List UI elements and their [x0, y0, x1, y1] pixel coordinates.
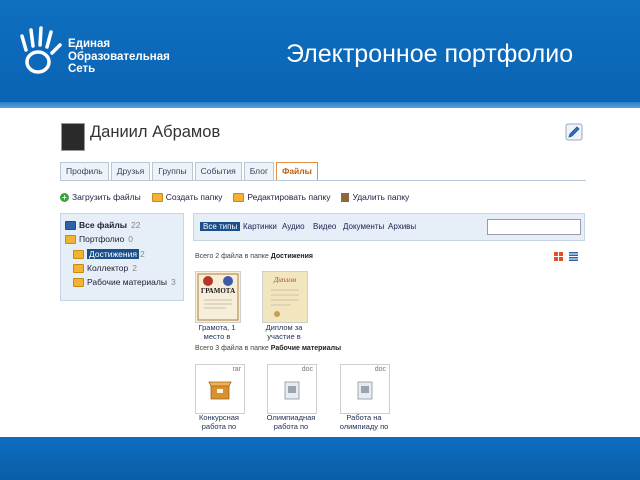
folder-icon [151, 192, 163, 202]
edit-folder-button[interactable]: Редактировать папку [233, 192, 330, 202]
plus-icon: + [60, 192, 69, 202]
sidebar-item-achievements[interactable]: Достижения 2 [73, 249, 145, 259]
tab-profile[interactable]: Профиль [60, 162, 109, 181]
sidebar-item-label: Портфолио [79, 234, 125, 244]
diploma-image: Диплом [263, 272, 307, 322]
file-thumbnail-archive[interactable]: rar [195, 364, 245, 414]
file-type-filter-bar: Все типы Картинки Аудио Видео Документы … [193, 213, 585, 241]
action-label: Удалить папку [352, 192, 410, 202]
caption-prefix: Всего 3 файла в папке [195, 345, 269, 352]
file-ext: doc [374, 366, 386, 373]
label-line: Работа на [346, 413, 382, 422]
action-label: Загрузить файлы [72, 192, 141, 202]
label-line: олимпиаду по [339, 422, 389, 431]
tab-groups[interactable]: Группы [152, 162, 193, 181]
label-line: работа по [273, 422, 309, 431]
all-files-icon [65, 220, 76, 230]
filter-archives[interactable]: Архивы [388, 222, 416, 231]
label-line: Грамота, 1 [198, 323, 236, 332]
folder-icon [73, 263, 84, 273]
sidebar-item-label: Рабочие материалы [87, 277, 167, 287]
sidebar-item-count: 0 [128, 234, 133, 244]
file-thumbnail-doc[interactable]: doc [267, 364, 317, 414]
file-label[interactable]: Диплом за участие в [256, 323, 312, 341]
file-label[interactable]: Олимпиадная работа по [263, 413, 319, 431]
file-thumbnail-certificate[interactable]: ГРАМОТА [195, 271, 241, 323]
folder-icon [65, 234, 76, 244]
file-actions-toolbar: + Загрузить файлы Создать папку Редактир… [60, 192, 420, 202]
upload-files-button[interactable]: + Загрузить файлы [60, 192, 141, 202]
sidebar-item-count: 2 [132, 263, 137, 273]
list-view-icon[interactable] [569, 252, 578, 261]
portfolio-window: Даниил Абрамов Профиль Друзья Группы Соб… [55, 118, 595, 436]
footer-bar [0, 437, 640, 480]
avatar[interactable] [61, 123, 85, 151]
action-label: Создать папку [165, 192, 223, 202]
certificate-image: ГРАМОТА [196, 272, 240, 322]
banner-divider [0, 102, 640, 108]
tab-events[interactable]: События [194, 162, 242, 181]
folder-icon [73, 277, 84, 287]
grid-view-icon[interactable] [554, 252, 563, 261]
delete-icon [341, 192, 350, 202]
logo-text: Единая Образовательная Сеть [68, 38, 170, 76]
sidebar-item-count: 22 [131, 220, 141, 230]
edit-pencil-icon[interactable] [565, 123, 583, 141]
caption-folder: Рабочие материалы [270, 345, 342, 352]
sidebar-item-collector[interactable]: Коллектор 2 [73, 263, 137, 273]
logo-line: Образовательная [68, 50, 170, 63]
profile-name[interactable]: Даниил Абрамов [90, 123, 220, 142]
logo-hand-icon [20, 26, 62, 74]
label-line: место в [203, 332, 231, 341]
filter-documents[interactable]: Документы [343, 222, 384, 231]
header-banner: Единая Образовательная Сеть Электронное … [0, 0, 640, 105]
sidebar-item-count: 3 [170, 277, 176, 287]
sidebar-item-label: Коллектор [87, 263, 129, 273]
tab-divider [60, 180, 586, 181]
create-folder-button[interactable]: Создать папку [151, 192, 223, 202]
filter-all-types[interactable]: Все типы [200, 222, 241, 231]
file-thumbnail-diploma[interactable]: Диплом [262, 271, 308, 323]
thumb-text: ГРАМОТА [201, 287, 235, 295]
folder-caption: Всего 3 файла в папке Рабочие материалы [195, 345, 341, 352]
sidebar-item-label: Достижения [87, 249, 139, 259]
sidebar-item-count: 2 [139, 249, 145, 259]
filter-images[interactable]: Картинки [243, 222, 277, 231]
logo-line: Единая [68, 38, 111, 50]
delete-folder-button[interactable]: Удалить папку [341, 192, 409, 202]
folder-icon [73, 249, 84, 259]
sidebar-item-all-files[interactable]: Все файлы 22 [65, 220, 140, 230]
logo-line: Сеть [68, 63, 96, 75]
caption-folder: Достижения [270, 253, 314, 260]
folder-icon [233, 192, 245, 202]
tab-blog[interactable]: Блог [243, 162, 275, 181]
filter-video[interactable]: Видео [313, 222, 336, 231]
tab-friends[interactable]: Друзья [110, 162, 151, 181]
label-line: Олимпиадная [266, 413, 316, 422]
caption-prefix: Всего 2 файла в папке [195, 253, 269, 260]
label-line: Диплом за [265, 323, 303, 332]
filter-audio[interactable]: Аудио [282, 222, 305, 231]
file-thumbnail-doc[interactable]: doc [340, 364, 390, 414]
action-label: Редактировать папку [247, 192, 331, 202]
label-line: работа по [201, 422, 237, 431]
file-label[interactable]: Грамота, 1 место в [189, 323, 245, 341]
thumb-text: Диплом [273, 276, 297, 284]
profile-tabs: Профиль Друзья Группы События Блог Файлы [60, 162, 320, 181]
sidebar-item-label: Все файлы [79, 220, 128, 230]
page-title: Электронное портфолио [286, 40, 574, 68]
file-ext: doc [301, 366, 313, 373]
sidebar-item-work-materials[interactable]: Рабочие материалы 3 [73, 277, 176, 287]
label-line: Конкурсная [198, 413, 239, 422]
file-ext: rar [232, 366, 241, 373]
file-label[interactable]: Конкурсная работа по [191, 413, 247, 431]
label-line: участие в [267, 332, 301, 341]
folder-caption: Всего 2 файла в папке Достижения [195, 253, 313, 260]
file-label[interactable]: Работа на олимпиаду по [336, 413, 392, 431]
tab-files[interactable]: Файлы [276, 162, 318, 181]
sidebar-item-portfolio[interactable]: Портфолио 0 [65, 234, 133, 244]
search-input[interactable] [487, 219, 581, 235]
